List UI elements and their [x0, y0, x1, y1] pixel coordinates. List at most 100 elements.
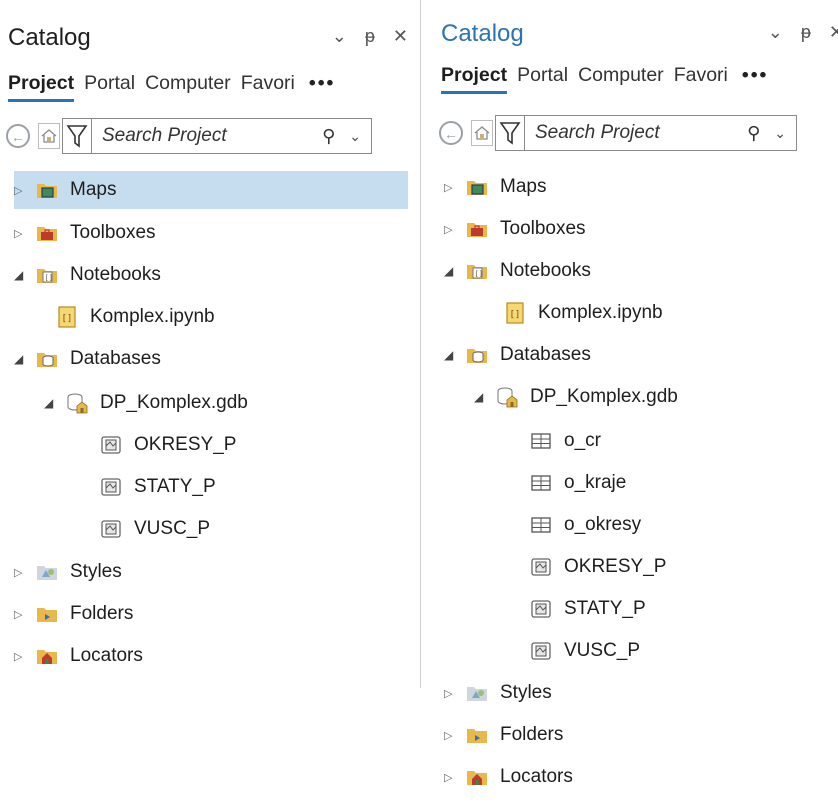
- tree-item-locators[interactable]: ▷ Locators: [14, 637, 408, 675]
- search-placeholder: Search Project: [535, 122, 660, 143]
- svg-text:[]: []: [475, 270, 483, 278]
- tree-item-feature-class[interactable]: VUSC_P: [522, 632, 838, 670]
- tree-item-label: Notebooks: [70, 264, 161, 285]
- collapse-arrow-icon[interactable]: ◢: [444, 264, 458, 278]
- tree-item-table[interactable]: o_kraje: [522, 464, 838, 502]
- more-tabs-button[interactable]: •••: [742, 64, 768, 87]
- chevron-down-icon[interactable]: ⌄: [349, 128, 361, 145]
- svg-text:[]: []: [45, 274, 53, 282]
- back-arrow-icon[interactable]: ←: [6, 124, 30, 148]
- expand-arrow-icon[interactable]: ▷: [14, 650, 28, 663]
- tree-item-feature-class[interactable]: STATY_P: [92, 468, 408, 506]
- tab-computer[interactable]: Computer: [145, 72, 231, 95]
- tree-item-label: Folders: [70, 603, 134, 624]
- table-icon: [530, 473, 552, 493]
- close-icon[interactable]: ✕: [829, 22, 838, 43]
- more-tabs-button[interactable]: •••: [309, 72, 335, 95]
- tab-portal[interactable]: Portal: [517, 64, 568, 87]
- tree-item-feature-class[interactable]: VUSC_P: [92, 510, 408, 548]
- tree-item-feature-class[interactable]: OKRESY_P: [522, 548, 838, 586]
- tree-item-maps[interactable]: ▷ Maps: [14, 171, 408, 209]
- expand-arrow-icon[interactable]: ▷: [14, 566, 28, 579]
- tree-item-styles[interactable]: ▷ Styles: [444, 674, 838, 712]
- tree-item-label: STATY_P: [564, 598, 646, 619]
- tree-item-databases[interactable]: ◢ Databases: [444, 336, 838, 374]
- home-button[interactable]: [38, 123, 60, 149]
- chevron-down-icon[interactable]: ⌄: [774, 125, 786, 142]
- tree-item-toolboxes[interactable]: ▷ Toolboxes: [14, 214, 408, 252]
- home-icon: [41, 129, 57, 143]
- tree-item-toolboxes[interactable]: ▷ Toolboxes: [444, 210, 838, 248]
- tab-portal[interactable]: Portal: [84, 72, 135, 95]
- tree-item-label: Folders: [500, 724, 564, 745]
- collapse-arrow-icon[interactable]: ◢: [44, 396, 58, 410]
- tree-item-label: Maps: [70, 179, 117, 200]
- tree-item-notebook-file[interactable]: [] Komplex.ipynb: [496, 294, 838, 332]
- tab-project[interactable]: Project: [441, 64, 508, 94]
- svg-text:[]: []: [510, 310, 521, 320]
- tree-item-notebooks[interactable]: ◢ [] Notebooks: [444, 252, 838, 290]
- tree-item-table[interactable]: o_cr: [522, 422, 838, 460]
- tree-item-styles[interactable]: ▷ Styles: [14, 553, 408, 591]
- expand-arrow-icon[interactable]: ▷: [444, 181, 458, 194]
- locators-folder-icon: [36, 646, 58, 666]
- databases-folder-icon: [466, 345, 488, 365]
- tree-item-label: Databases: [70, 348, 161, 369]
- tree-item-databases[interactable]: ◢ Databases: [14, 340, 408, 378]
- expand-arrow-icon[interactable]: ▷: [444, 687, 458, 700]
- window-controls: ⌄ ᵽ ✕: [332, 26, 408, 47]
- pin-icon[interactable]: ᵽ: [801, 22, 811, 43]
- expand-arrow-icon[interactable]: ▷: [14, 227, 28, 240]
- search-project-input[interactable]: Search Project ⚲ ⌄: [92, 118, 372, 154]
- geodatabase-icon: [66, 393, 88, 414]
- pin-icon[interactable]: ᵽ: [365, 26, 375, 47]
- collapse-arrow-icon[interactable]: ◢: [444, 348, 458, 362]
- back-arrow-icon[interactable]: ←: [439, 121, 463, 145]
- toolboxes-folder-icon: [466, 219, 488, 239]
- tab-favorites[interactable]: Favori: [674, 64, 728, 87]
- expand-arrow-icon[interactable]: ▷: [444, 771, 458, 784]
- panel-gap: [421, 0, 430, 803]
- search-icon[interactable]: ⚲: [747, 123, 760, 144]
- tree-item-label: o_okresy: [564, 514, 642, 535]
- tree-item-label: Databases: [500, 344, 591, 365]
- tree-item-label: o_kraje: [564, 472, 627, 493]
- tree-item-maps[interactable]: ▷ Maps: [444, 168, 838, 206]
- tree-item-locators[interactable]: ▷ Locators: [444, 758, 838, 796]
- catalog-pane-left: Catalog ⌄ ᵽ ✕ Project Portal Computer Fa…: [0, 0, 421, 688]
- options-chevron-icon[interactable]: ⌄: [332, 26, 347, 47]
- tree-item-label: OKRESY_P: [134, 434, 237, 455]
- tree-item-gdb[interactable]: ◢ DP_Komplex.gdb: [44, 384, 408, 422]
- tab-favorites[interactable]: Favori: [241, 72, 295, 95]
- expand-arrow-icon[interactable]: ▷: [444, 223, 458, 236]
- feature-class-icon: [530, 599, 552, 619]
- tree-item-feature-class[interactable]: OKRESY_P: [92, 426, 408, 464]
- filter-button[interactable]: [62, 118, 92, 154]
- filter-button[interactable]: [495, 115, 525, 151]
- tree-item-gdb[interactable]: ◢ DP_Komplex.gdb: [474, 378, 838, 416]
- filter-icon: [66, 125, 88, 148]
- tree-item-notebook-file[interactable]: [] Komplex.ipynb: [48, 298, 408, 336]
- tab-computer[interactable]: Computer: [578, 64, 664, 87]
- geodatabase-icon: [496, 387, 518, 408]
- expand-arrow-icon[interactable]: ▷: [14, 608, 28, 621]
- expand-arrow-icon[interactable]: ▷: [444, 729, 458, 742]
- close-icon[interactable]: ✕: [393, 26, 408, 47]
- expand-arrow-icon[interactable]: ▷: [14, 184, 28, 197]
- tree-item-table[interactable]: o_okresy: [522, 506, 838, 544]
- collapse-arrow-icon[interactable]: ◢: [14, 268, 28, 282]
- search-icon[interactable]: ⚲: [322, 126, 335, 147]
- tree-item-notebooks[interactable]: ◢ [] Notebooks: [14, 256, 408, 294]
- folders-icon: [36, 604, 58, 624]
- collapse-arrow-icon[interactable]: ◢: [14, 352, 28, 366]
- tab-project[interactable]: Project: [8, 72, 75, 102]
- tree-item-folders[interactable]: ▷ Folders: [444, 716, 838, 754]
- tree-item-folders[interactable]: ▷ Folders: [14, 595, 408, 633]
- tree-item-feature-class[interactable]: STATY_P: [522, 590, 838, 628]
- search-project-input[interactable]: Search Project ⚲ ⌄: [525, 115, 797, 151]
- notebook-file-icon: []: [56, 306, 78, 328]
- options-chevron-icon[interactable]: ⌄: [768, 22, 783, 43]
- pane-title: Catalog: [441, 20, 524, 47]
- home-button[interactable]: [471, 120, 493, 146]
- collapse-arrow-icon[interactable]: ◢: [474, 390, 488, 404]
